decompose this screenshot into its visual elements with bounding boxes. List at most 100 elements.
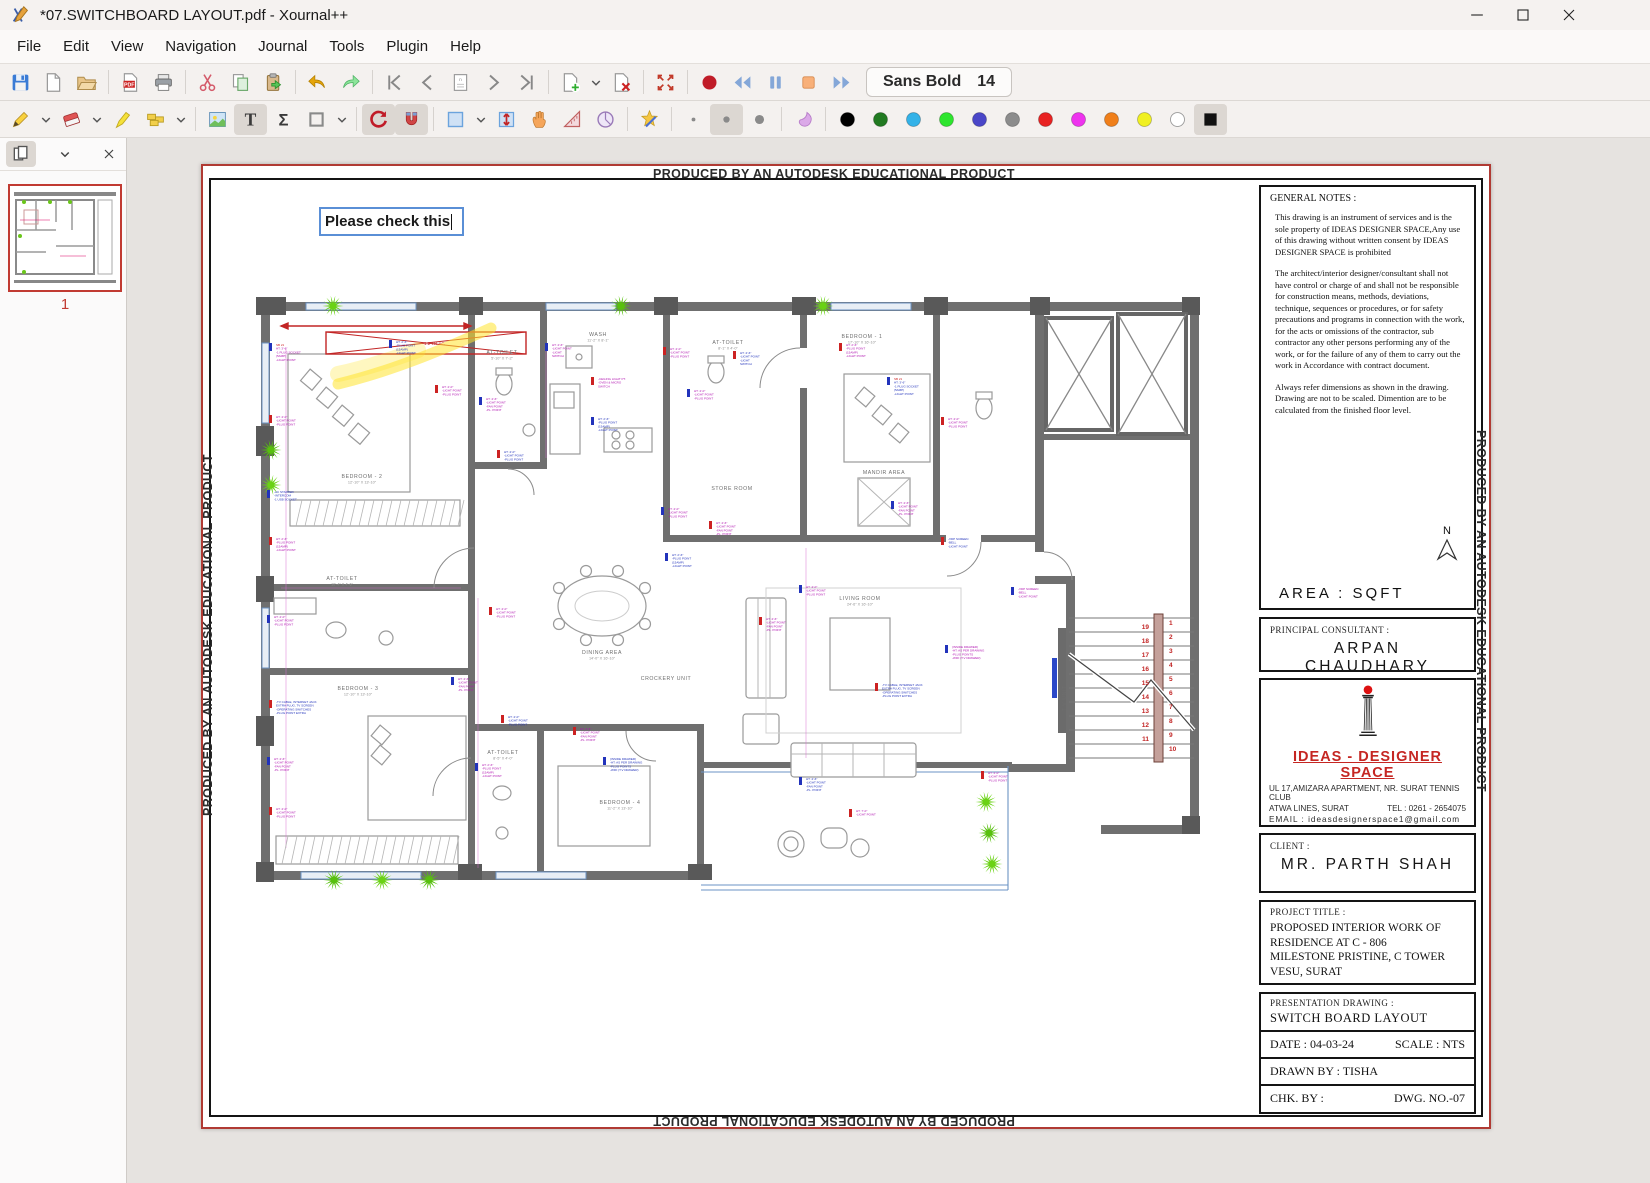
svg-text:7: 7 xyxy=(1169,704,1173,711)
hand-button[interactable] xyxy=(523,104,556,135)
eraser-button[interactable] xyxy=(55,104,88,135)
stop-button[interactable] xyxy=(792,67,825,98)
svg-text:6: 6 xyxy=(1169,690,1173,697)
svg-text:8'-5" X 4'-0": 8'-5" X 4'-0" xyxy=(493,757,513,761)
shape-button[interactable] xyxy=(300,104,333,135)
color-swatch-10[interactable] xyxy=(1161,104,1194,135)
copy-button[interactable] xyxy=(224,67,257,98)
svg-text:-PL. POINT: -PL. POINT xyxy=(806,788,822,792)
redo-button[interactable] xyxy=(334,67,367,98)
dot-m-button[interactable] xyxy=(710,104,743,135)
vspace-button[interactable] xyxy=(490,104,523,135)
highlighter-button[interactable] xyxy=(106,104,139,135)
close-button[interactable] xyxy=(1546,0,1592,30)
color-swatch-5[interactable] xyxy=(996,104,1029,135)
page-thumbnail[interactable] xyxy=(8,184,122,292)
print-button[interactable] xyxy=(147,67,180,98)
color-swatch-4[interactable] xyxy=(963,104,996,135)
menu-view[interactable]: View xyxy=(100,34,154,59)
save-button[interactable] xyxy=(4,67,37,98)
pen-button[interactable] xyxy=(4,104,37,135)
svg-text:-LIGHT POINT: -LIGHT POINT xyxy=(672,564,692,568)
forward-button[interactable] xyxy=(825,67,858,98)
page-spin-button[interactable]: n xyxy=(444,67,477,98)
pdf-page[interactable]: PRODUCED BY AN AUTODESK EDUCATIONAL PROD… xyxy=(201,164,1491,1129)
svg-text:BEDROOM - 2: BEDROOM - 2 xyxy=(342,474,383,480)
prev-page-button[interactable] xyxy=(411,67,444,98)
new-doc-button[interactable] xyxy=(37,67,70,98)
record-button[interactable] xyxy=(693,67,726,98)
chevron-down-icon[interactable] xyxy=(37,104,55,135)
titlebar: *07.SWITCHBOARD LAYOUT.pdf - Xournal++ xyxy=(0,0,1650,30)
compass-button[interactable] xyxy=(589,104,622,135)
color-swatch-8[interactable] xyxy=(1095,104,1128,135)
project-label: PROJECT TITLE : xyxy=(1270,907,1465,917)
color-swatch-7[interactable] xyxy=(1062,104,1095,135)
svg-text:-PL. POINT: -PL. POINT xyxy=(458,688,474,692)
chevron-down-icon[interactable] xyxy=(172,104,190,135)
sidebar-close-button[interactable] xyxy=(94,141,124,167)
svg-text:-WIFI (T.V DRAWER): -WIFI (T.V DRAWER) xyxy=(952,656,981,660)
date-label: DATE : 04-03-24 xyxy=(1270,1037,1354,1052)
color-picker-button[interactable] xyxy=(1194,104,1227,135)
minimize-button[interactable] xyxy=(1454,0,1500,30)
presentation-button[interactable] xyxy=(649,67,682,98)
cut-button[interactable] xyxy=(191,67,224,98)
project-line-3: MILESTONE PRISTINE, C TOWER xyxy=(1270,950,1465,965)
menu-navigation[interactable]: Navigation xyxy=(154,34,247,59)
chevron-down-icon[interactable] xyxy=(587,67,605,98)
open-folder-button[interactable] xyxy=(70,67,103,98)
text-button[interactable]: T xyxy=(234,104,267,135)
svg-text:18: 18 xyxy=(1142,638,1150,645)
last-page-button[interactable] xyxy=(510,67,543,98)
menu-plugin[interactable]: Plugin xyxy=(375,34,439,59)
menu-journal[interactable]: Journal xyxy=(247,34,318,59)
paste-button[interactable] xyxy=(257,67,290,98)
dot-l-button[interactable] xyxy=(743,104,776,135)
svg-text:15: 15 xyxy=(1142,680,1150,687)
document-canvas[interactable]: PRODUCED BY AN AUTODESK EDUCATIONAL PROD… xyxy=(127,138,1650,1183)
color-swatch-2[interactable] xyxy=(897,104,930,135)
color-swatch-0[interactable] xyxy=(831,104,864,135)
svg-text:14'-0" X 16'-10": 14'-0" X 16'-10" xyxy=(589,657,616,661)
image-button[interactable] xyxy=(201,104,234,135)
color-swatch-9[interactable] xyxy=(1128,104,1161,135)
tex-button[interactable]: Σ xyxy=(267,104,300,135)
dot-s-button[interactable] xyxy=(677,104,710,135)
stamp-button[interactable] xyxy=(139,104,172,135)
color-swatch-1[interactable] xyxy=(864,104,897,135)
north-arrow: N xyxy=(1434,525,1460,568)
menu-tools[interactable]: Tools xyxy=(318,34,375,59)
page-preview-tab-button[interactable] xyxy=(6,141,36,167)
svg-text:3: 3 xyxy=(1169,648,1173,655)
pause-button[interactable] xyxy=(759,67,792,98)
svg-text:-PLUG POINT: -PLUG POINT xyxy=(496,614,515,618)
svg-text:SWITCH: SWITCH xyxy=(598,384,610,388)
fill-button[interactable] xyxy=(787,104,820,135)
font-button[interactable]: Sans Bold 14 xyxy=(866,67,1012,97)
next-page-button[interactable] xyxy=(477,67,510,98)
sidebar-collapse-button[interactable] xyxy=(50,141,80,167)
chevron-down-icon[interactable] xyxy=(88,104,106,135)
select-rect-button[interactable] xyxy=(439,104,472,135)
menu-file[interactable]: File xyxy=(6,34,52,59)
chevron-down-icon[interactable] xyxy=(472,104,490,135)
undo-button[interactable] xyxy=(301,67,334,98)
recognizer-button[interactable] xyxy=(633,104,666,135)
svg-text:-LIGHT POINT: -LIGHT POINT xyxy=(396,351,416,355)
ruler-button[interactable] xyxy=(556,104,589,135)
first-page-button[interactable] xyxy=(378,67,411,98)
rotate-button[interactable] xyxy=(362,104,395,135)
chevron-down-icon[interactable] xyxy=(333,104,351,135)
text-annotation-box[interactable]: Please check this xyxy=(319,207,464,236)
delete-page-button[interactable] xyxy=(605,67,638,98)
menu-help[interactable]: Help xyxy=(439,34,492,59)
maximize-button[interactable] xyxy=(1500,0,1546,30)
color-swatch-3[interactable] xyxy=(930,104,963,135)
add-page-button[interactable] xyxy=(554,67,587,98)
color-swatch-6[interactable] xyxy=(1029,104,1062,135)
menu-edit[interactable]: Edit xyxy=(52,34,100,59)
rewind-button[interactable] xyxy=(726,67,759,98)
snap-button[interactable] xyxy=(395,104,428,135)
export-pdf-button[interactable]: PDF xyxy=(114,67,147,98)
